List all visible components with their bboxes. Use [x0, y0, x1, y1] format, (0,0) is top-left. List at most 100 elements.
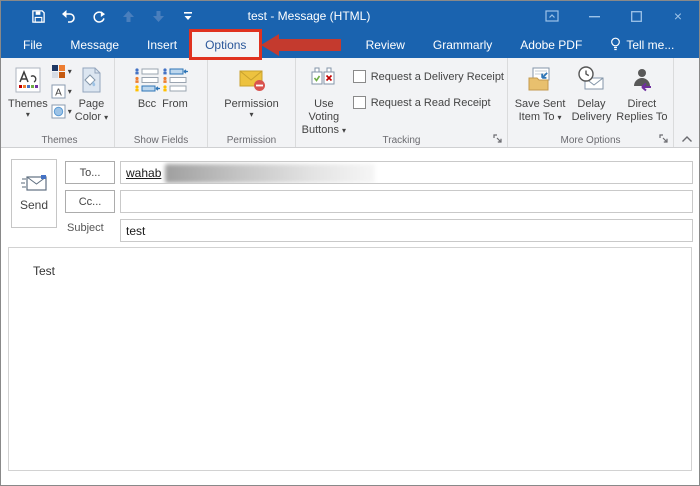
customize-qat-icon	[184, 12, 192, 20]
delay-delivery-icon	[578, 66, 604, 90]
subject-label: Subject	[67, 222, 104, 234]
theme-fonts-icon: A	[51, 84, 66, 99]
redaction-blur	[165, 164, 375, 183]
more-options-group-label: More Options	[560, 135, 621, 146]
minimize-icon	[588, 15, 600, 17]
theme-effects-button[interactable]: ▾	[50, 102, 73, 121]
cc-button-label: Cc...	[78, 195, 102, 208]
redo-button[interactable]	[85, 5, 111, 27]
voting-label-line1: Use Voting	[308, 98, 340, 123]
permission-button[interactable]: Permission ▾	[224, 60, 279, 119]
show-fields-group-label: Show Fields	[133, 135, 189, 146]
compose-header: Send To... wahab Cc... Subject test	[1, 148, 699, 247]
themes-button[interactable]: Themes ▾	[8, 60, 48, 119]
save-sent-label-line1: Save Sent	[514, 98, 566, 110]
save-button[interactable]	[25, 5, 51, 27]
to-button-label: To...	[79, 166, 101, 179]
permission-icon	[239, 70, 265, 91]
delay-delivery-button[interactable]: Delay Delivery	[569, 60, 614, 124]
tab-adobe-pdf[interactable]: Adobe PDF	[506, 31, 596, 58]
to-field[interactable]: wahab	[120, 161, 693, 184]
tab-tell-me[interactable]: Tell me...	[596, 31, 688, 58]
minimize-button[interactable]	[573, 1, 615, 31]
theme-colors-button[interactable]: ▾	[50, 62, 73, 81]
read-receipt-checkbox[interactable]	[352, 96, 366, 109]
dropdown-caret: ▾	[104, 113, 109, 122]
tab-grammarly[interactable]: Grammarly	[419, 31, 506, 58]
close-button[interactable]: ×	[657, 1, 699, 31]
customize-qat-button[interactable]	[175, 5, 201, 27]
save-sent-item-to-button[interactable]: Save Sent Item To ▾	[511, 60, 569, 124]
window-controls: ×	[531, 1, 699, 31]
ribbon-display-options-icon	[545, 10, 559, 22]
tab-insert[interactable]: Insert	[133, 31, 191, 58]
ribbon-group-tracking: Use Voting Buttons ▾ Request a Delivery …	[296, 58, 508, 147]
tab-file[interactable]: File	[9, 31, 56, 58]
theme-fonts-button[interactable]: A ▾	[50, 82, 73, 101]
tracking-dialog-launcher[interactable]	[493, 134, 503, 144]
theme-variant-buttons: ▾ A ▾ ▾	[50, 62, 73, 121]
send-label: Send	[19, 198, 49, 212]
previous-item-icon	[122, 10, 134, 22]
themes-group-label: Themes	[41, 135, 78, 146]
page-color-label-line1: Page	[78, 98, 105, 110]
cc-button[interactable]: Cc...	[65, 190, 115, 213]
bcc-button[interactable]: Bcc	[133, 60, 161, 111]
to-recipient: wahab	[126, 165, 162, 180]
direct-replies-icon	[633, 69, 651, 92]
from-button[interactable]: From	[161, 60, 189, 111]
maximize-button[interactable]	[615, 1, 657, 31]
ribbon: Themes ▾ ▾ A ▾ ▾ Page Color ▾ Themes Bcc…	[1, 58, 699, 148]
collapse-ribbon-button[interactable]	[681, 135, 693, 143]
svg-text:A: A	[55, 88, 62, 99]
tab-message[interactable]: Message	[56, 31, 133, 58]
delivery-receipt-option[interactable]: Request a Delivery Receipt	[352, 66, 504, 87]
dropdown-caret: ▾	[67, 106, 72, 116]
ribbon-display-options-button[interactable]	[531, 1, 573, 31]
previous-item-button[interactable]	[115, 5, 141, 27]
tab-options[interactable]: Options	[189, 29, 263, 60]
save-sent-icon	[528, 67, 550, 91]
read-receipt-option[interactable]: Request a Read Receipt	[352, 92, 504, 113]
use-voting-buttons-button[interactable]: Use Voting Buttons ▾	[299, 60, 349, 137]
dropdown-caret: ▾	[249, 110, 254, 119]
dropdown-caret: ▾	[67, 66, 72, 76]
to-button[interactable]: To...	[65, 161, 115, 184]
dropdown-caret: ▾	[25, 110, 30, 119]
subject-value: test	[126, 223, 146, 238]
collapse-ribbon-icon	[682, 136, 692, 142]
theme-effects-icon	[51, 104, 66, 119]
direct-replies-to-button[interactable]: Direct Replies To	[614, 60, 670, 124]
annotation-arrow	[261, 34, 343, 56]
ribbon-group-permission: Permission ▾ Permission	[208, 58, 296, 147]
tab-review[interactable]: Review	[352, 31, 419, 58]
themes-icon	[15, 67, 41, 93]
dropdown-caret: ▾	[342, 126, 347, 135]
undo-button[interactable]	[55, 5, 81, 27]
subject-field[interactable]: test	[120, 219, 693, 242]
delivery-receipt-label: Request a Delivery Receipt	[370, 70, 504, 83]
send-button[interactable]: Send	[11, 159, 57, 228]
page-color-button[interactable]: Page Color ▾	[75, 60, 108, 124]
quick-access-toolbar	[25, 5, 201, 27]
direct-label-line1: Direct	[627, 98, 657, 110]
next-item-icon	[152, 10, 164, 22]
delay-label-line1: Delay	[577, 98, 606, 110]
ribbon-group-themes: Themes ▾ ▾ A ▾ ▾ Page Color ▾ Themes	[5, 58, 115, 147]
voting-buttons-icon	[311, 67, 335, 85]
from-label: From	[162, 98, 188, 110]
outlook-message-window: test - Message (HTML) × File Message Ins…	[0, 0, 700, 486]
save-icon	[31, 9, 45, 23]
save-sent-label-line2: Item To ▾	[518, 111, 562, 123]
page-color-icon	[82, 67, 101, 93]
more-options-dialog-launcher[interactable]	[659, 134, 669, 144]
next-item-button[interactable]	[145, 5, 171, 27]
redo-icon	[92, 10, 105, 23]
read-receipt-label: Request a Read Receipt	[370, 96, 491, 109]
ribbon-tab-bar: File Message Insert Options Format Text …	[1, 29, 699, 60]
message-body[interactable]: Test	[8, 247, 692, 471]
delivery-receipt-checkbox[interactable]	[352, 70, 366, 83]
undo-icon	[62, 10, 75, 23]
tracking-checkboxes: Request a Delivery Receipt Request a Rea…	[352, 66, 504, 118]
cc-field[interactable]	[120, 190, 693, 213]
